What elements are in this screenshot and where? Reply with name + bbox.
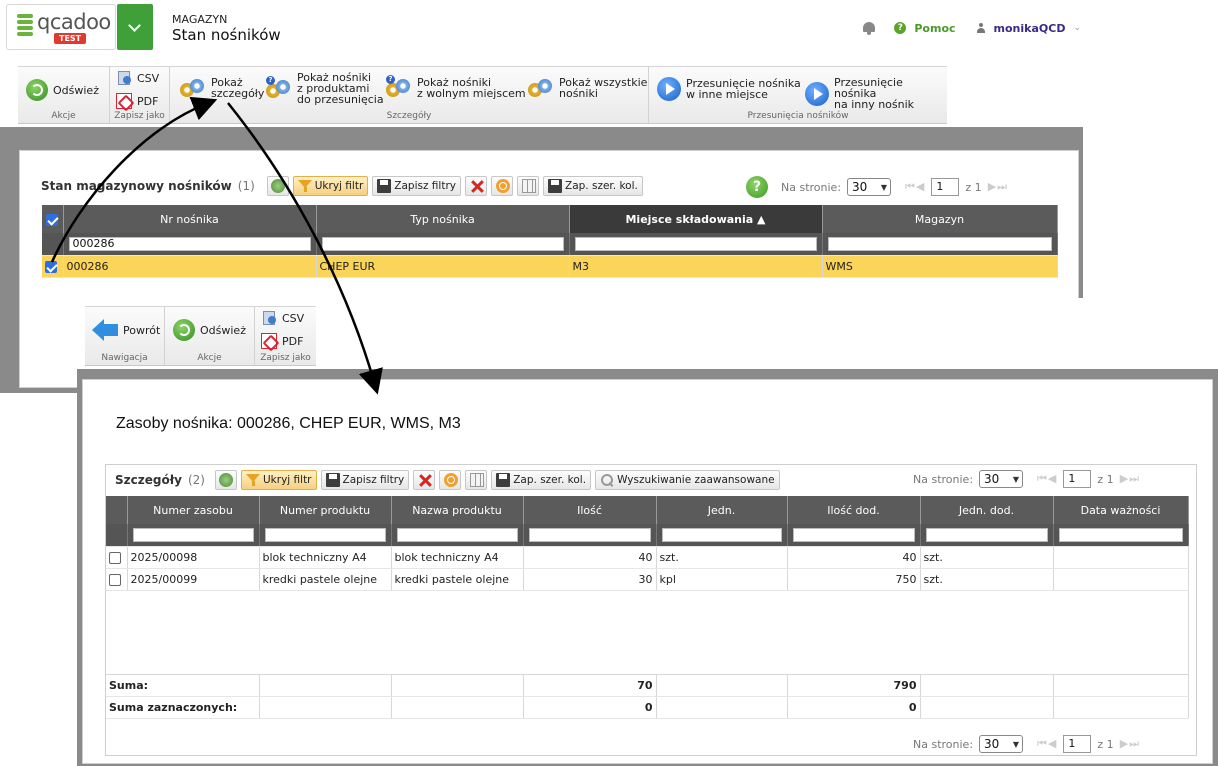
arrow-checkbox-to-details [50, 96, 218, 263]
annotation-arrows [50, 96, 383, 395]
arrow-details-to-detail-window [227, 102, 383, 395]
